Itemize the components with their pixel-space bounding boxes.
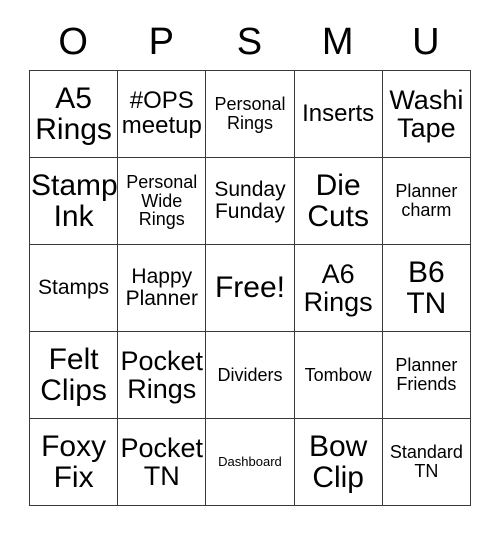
bingo-cell-label: Personal Rings [214,94,286,133]
bingo-card: O P S M U A5 Rings #OPS meetup Personal … [29,14,471,506]
bingo-cell[interactable]: Pocket Rings [118,332,207,419]
bingo-cell[interactable]: #OPS meetup [118,71,207,158]
bingo-header-letter-4: U [412,21,440,63]
bingo-cell-label: Free! [214,271,285,305]
bingo-cell-label: A5 Rings [35,81,112,146]
bingo-cell-label: Tombow [304,364,372,385]
bingo-cell-label: Stamps [37,276,110,300]
bingo-cell[interactable]: Tombow [294,332,383,419]
bingo-cell-label: B6 TN [406,255,447,320]
bingo-cell-label: Bow Clip [308,429,368,494]
bingo-cell-label: Standard TN [389,442,463,481]
bingo-cell[interactable]: Personal Rings [206,71,295,158]
bingo-cell[interactable]: Dashboard [206,419,295,506]
bingo-cell[interactable]: Pocket TN [118,419,207,506]
bingo-cell[interactable]: Personal Wide Rings [118,158,207,245]
bingo-cell[interactable]: Dividers [206,332,295,419]
bingo-row: Foxy Fix Pocket TN Dashboard Bow Clip St… [30,419,471,506]
bingo-cell-label: Planner Friends [395,355,458,394]
bingo-cell-label: Dashboard [218,454,282,470]
bingo-cell-label: Washi Tape [389,84,464,143]
bingo-cell-label: Pocket TN [120,432,204,491]
bingo-cell-label: Die Cuts [307,168,369,233]
bingo-cell-label: #OPS meetup [121,87,202,139]
bingo-cell[interactable]: Sunday Funday [206,158,295,245]
bingo-cell-label: Stamp Ink [31,168,118,233]
bingo-cell-label: A6 Rings [303,258,373,317]
bingo-cell[interactable]: Inserts [294,71,383,158]
bingo-cell[interactable]: Planner charm [382,158,471,245]
bingo-cell[interactable]: Stamps [30,245,119,332]
bingo-cell[interactable]: Bow Clip [294,419,383,506]
bingo-cell[interactable]: Stamp Ink [30,158,119,245]
bingo-cell[interactable]: Happy Planner [118,245,207,332]
bingo-cell[interactable]: Felt Clips [30,332,119,419]
bingo-cell-free[interactable]: Free! [206,245,295,332]
bingo-cell-label: Happy Planner [125,265,198,310]
bingo-cell-label: Sunday Funday [214,178,286,223]
bingo-grid: A5 Rings #OPS meetup Personal Rings Inse… [29,70,471,506]
bingo-cell-label: Felt Clips [40,342,107,407]
bingo-header-row: O P S M U [29,14,470,70]
bingo-cell-label: Foxy Fix [41,429,107,494]
bingo-cell-label: Planner charm [395,181,458,220]
bingo-header-letter-0: O [58,21,88,63]
bingo-cell-label: Dividers [217,364,283,385]
bingo-header-letter-2: S [236,21,263,63]
bingo-row: Stamp Ink Personal Wide Rings Sunday Fun… [30,158,471,245]
bingo-cell[interactable]: Foxy Fix [30,419,119,506]
bingo-row: A5 Rings #OPS meetup Personal Rings Inse… [30,71,471,158]
bingo-cell[interactable]: A6 Rings [294,245,383,332]
bingo-cell[interactable]: Planner Friends [382,332,471,419]
bingo-cell-label: Inserts [302,99,375,127]
bingo-row: Stamps Happy Planner Free! A6 Rings B6 T… [30,245,471,332]
bingo-row: Felt Clips Pocket Rings Dividers Tombow … [30,332,471,419]
bingo-header-letter-3: M [321,21,354,63]
bingo-cell[interactable]: Die Cuts [294,158,383,245]
bingo-header-letter-1: P [148,21,174,63]
bingo-cell[interactable]: Standard TN [382,419,471,506]
bingo-cell-label: Pocket Rings [120,345,204,404]
bingo-cell[interactable]: A5 Rings [30,71,119,158]
bingo-cell[interactable]: B6 TN [382,245,471,332]
bingo-cell[interactable]: Washi Tape [382,71,471,158]
bingo-cell-label: Personal Wide Rings [126,171,198,230]
